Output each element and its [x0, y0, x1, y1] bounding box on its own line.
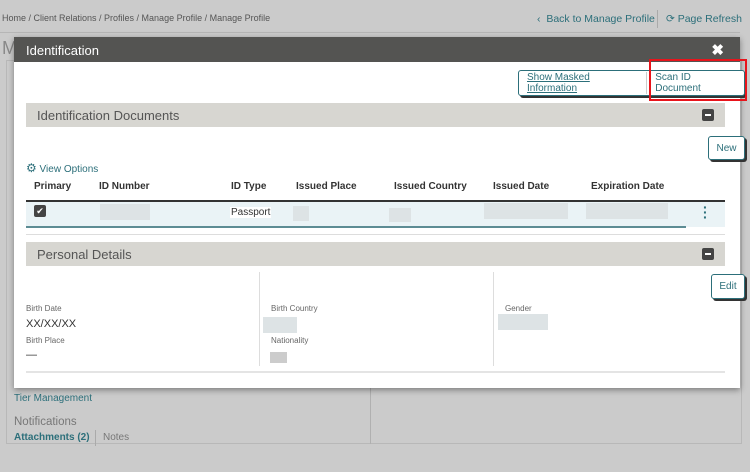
tier-management-link[interactable]: Tier Management [14, 393, 92, 404]
section-title: Personal Details [37, 247, 132, 262]
masked-issued-date [484, 203, 568, 219]
masked-nationality [270, 352, 287, 363]
birth-date-label: Birth Date [26, 304, 62, 313]
identification-documents-section-header: Identification Documents [26, 103, 725, 127]
attachments-tab[interactable]: Attachments (2) [14, 432, 90, 443]
primary-checkbox[interactable]: ✔ [34, 205, 46, 217]
column-header-primary[interactable]: Primary [34, 181, 71, 192]
divider [26, 234, 725, 235]
column-header-issued-date[interactable]: Issued Date [493, 181, 549, 192]
birth-date-value: XX/XX/XX [26, 318, 77, 330]
birth-place-value: — [26, 349, 37, 361]
column-header-issued-country[interactable]: Issued Country [394, 181, 467, 192]
divider [259, 272, 260, 366]
new-button[interactable]: New [708, 136, 745, 160]
view-options-label: View Options [39, 164, 99, 175]
divider [95, 430, 96, 446]
column-header-issued-place[interactable]: Issued Place [296, 181, 357, 192]
more-actions-icon[interactable]: · · · [703, 200, 708, 224]
divider [26, 371, 725, 373]
masked-issued-place [293, 206, 309, 221]
row-underline [26, 226, 686, 228]
column-header-id-type[interactable]: ID Type [231, 181, 266, 192]
back-to-manage-profile-link[interactable]: ‹ Back to Manage Profile [537, 13, 655, 25]
gear-icon: ⚙ [26, 161, 37, 175]
masked-expiration-date [586, 203, 668, 219]
nationality-label: Nationality [271, 336, 309, 345]
highlight-box [649, 59, 747, 101]
personal-details-section-header: Personal Details [26, 242, 725, 266]
show-masked-information-button[interactable]: Show Masked Information [519, 72, 648, 94]
notes-tab[interactable]: Notes [103, 432, 129, 443]
birth-country-label: Birth Country [271, 304, 318, 313]
dialog-title: Identification [26, 43, 99, 58]
divider [370, 388, 371, 444]
view-options-link[interactable]: ⚙ View Options [26, 161, 98, 175]
refresh-label: Page Refresh [677, 13, 742, 25]
back-label: Back to Manage Profile [546, 13, 655, 25]
masked-issued-country [389, 208, 411, 222]
dialog-header: Identification [14, 37, 740, 62]
chevron-left-icon: ‹ [537, 13, 547, 25]
refresh-icon: ⟳ [666, 13, 678, 25]
collapse-icon[interactable] [702, 109, 714, 121]
section-title: Identification Documents [37, 108, 180, 123]
column-header-expiration-date[interactable]: Expiration Date [591, 181, 664, 192]
masked-gender [498, 314, 548, 330]
notifications-heading: Notifications [14, 416, 77, 428]
divider [493, 272, 494, 366]
birth-place-label: Birth Place [26, 336, 65, 345]
id-type-cell: Passport [230, 207, 272, 218]
gender-label: Gender [505, 304, 532, 313]
masked-id-number [100, 204, 150, 220]
close-icon[interactable]: ✖ [711, 41, 724, 59]
divider [0, 32, 740, 33]
divider [657, 10, 658, 28]
breadcrumb[interactable]: Home / Client Relations / Profiles / Man… [2, 13, 270, 23]
column-header-id-number[interactable]: ID Number [99, 181, 150, 192]
page-refresh-link[interactable]: ⟳ Page Refresh [666, 13, 742, 25]
masked-birth-country [263, 317, 297, 333]
edit-button[interactable]: Edit [711, 274, 745, 299]
collapse-icon[interactable] [702, 248, 714, 260]
